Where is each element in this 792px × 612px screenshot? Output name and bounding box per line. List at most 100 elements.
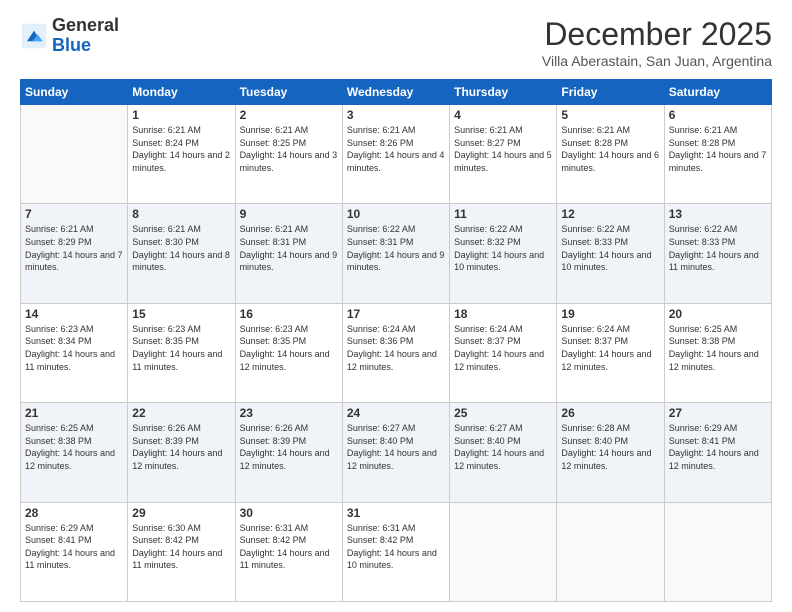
logo-text: General Blue bbox=[52, 16, 119, 56]
day-number: 29 bbox=[132, 506, 230, 520]
day-info: Sunrise: 6:24 AMSunset: 8:37 PMDaylight:… bbox=[561, 323, 659, 373]
day-info: Sunrise: 6:25 AMSunset: 8:38 PMDaylight:… bbox=[669, 323, 767, 373]
calendar-cell: 28Sunrise: 6:29 AMSunset: 8:41 PMDayligh… bbox=[21, 502, 128, 601]
day-number: 5 bbox=[561, 108, 659, 122]
weekday-header: Sunday bbox=[21, 80, 128, 105]
calendar-cell: 27Sunrise: 6:29 AMSunset: 8:41 PMDayligh… bbox=[664, 403, 771, 502]
day-number: 4 bbox=[454, 108, 552, 122]
day-number: 12 bbox=[561, 207, 659, 221]
header-row: SundayMondayTuesdayWednesdayThursdayFrid… bbox=[21, 80, 772, 105]
logo-icon bbox=[20, 22, 48, 50]
weekday-header: Tuesday bbox=[235, 80, 342, 105]
day-info: Sunrise: 6:23 AMSunset: 8:35 PMDaylight:… bbox=[132, 323, 230, 373]
logo-line2: Blue bbox=[52, 36, 119, 56]
calendar-cell: 14 Sunrise: 6:23 AMSunset: 8:34 PMDayligh… bbox=[21, 303, 128, 402]
day-number: 9 bbox=[240, 207, 338, 221]
day-info: Sunrise: 6:21 AMSunset: 8:26 PMDaylight:… bbox=[347, 124, 445, 174]
calendar-cell: 30 Sunrise: 6:31 AMSunset: 8:42 PMDayligh… bbox=[235, 502, 342, 601]
calendar-cell: 7 Sunrise: 6:21 AMSunset: 8:29 PMDaylight… bbox=[21, 204, 128, 303]
day-number: 26 bbox=[561, 406, 659, 420]
day-number: 21 bbox=[25, 406, 123, 420]
day-number: 28 bbox=[25, 506, 123, 520]
day-number: 25 bbox=[454, 406, 552, 420]
day-number: 18 bbox=[454, 307, 552, 321]
day-number: 22 bbox=[132, 406, 230, 420]
calendar-cell: 4Sunrise: 6:21 AMSunset: 8:27 PMDaylight… bbox=[450, 105, 557, 204]
day-info: Sunrise: 6:31 AMSunset: 8:42 PMDaylight:… bbox=[347, 522, 445, 572]
day-number: 19 bbox=[561, 307, 659, 321]
calendar-week-row: 1 Sunrise: 6:21 AMSunset: 8:24 PMDaylight… bbox=[21, 105, 772, 204]
day-info: Sunrise: 6:21 AMSunset: 8:25 PMDaylight:… bbox=[240, 124, 338, 174]
day-info: Sunrise: 6:27 AMSunset: 8:40 PMDaylight:… bbox=[454, 422, 552, 472]
subtitle: Villa Aberastain, San Juan, Argentina bbox=[542, 53, 772, 69]
weekday-header: Thursday bbox=[450, 80, 557, 105]
day-info: Sunrise: 6:22 AMSunset: 8:33 PMDaylight:… bbox=[561, 223, 659, 273]
day-info: Sunrise: 6:31 AMSunset: 8:42 PMDaylight:… bbox=[240, 522, 338, 572]
calendar-cell: 10 Sunrise: 6:22 AMSunset: 8:31 PMDayligh… bbox=[342, 204, 449, 303]
day-number: 2 bbox=[240, 108, 338, 122]
calendar-cell bbox=[21, 105, 128, 204]
calendar-cell bbox=[450, 502, 557, 601]
day-info: Sunrise: 6:22 AMSunset: 8:31 PMDaylight:… bbox=[347, 223, 445, 273]
calendar-cell: 8Sunrise: 6:21 AMSunset: 8:30 PMDaylight… bbox=[128, 204, 235, 303]
day-number: 17 bbox=[347, 307, 445, 321]
day-info: Sunrise: 6:21 AMSunset: 8:30 PMDaylight:… bbox=[132, 223, 230, 273]
calendar-cell: 24Sunrise: 6:27 AMSunset: 8:40 PMDayligh… bbox=[342, 403, 449, 502]
day-number: 16 bbox=[240, 307, 338, 321]
calendar-week-row: 28Sunrise: 6:29 AMSunset: 8:41 PMDayligh… bbox=[21, 502, 772, 601]
day-info: Sunrise: 6:21 AMSunset: 8:28 PMDaylight:… bbox=[561, 124, 659, 174]
calendar-week-row: 14 Sunrise: 6:23 AMSunset: 8:34 PMDayligh… bbox=[21, 303, 772, 402]
day-info: Sunrise: 6:22 AMSunset: 8:32 PMDaylight:… bbox=[454, 223, 552, 273]
calendar-cell: 15 Sunrise: 6:23 AMSunset: 8:35 PMDayligh… bbox=[128, 303, 235, 402]
calendar-cell: 5 Sunrise: 6:21 AMSunset: 8:28 PMDaylight… bbox=[557, 105, 664, 204]
day-info: Sunrise: 6:23 AMSunset: 8:34 PMDaylight:… bbox=[25, 323, 123, 373]
day-number: 10 bbox=[347, 207, 445, 221]
calendar-cell: 21 Sunrise: 6:25 AMSunset: 8:38 PMDayligh… bbox=[21, 403, 128, 502]
calendar-cell: 3 Sunrise: 6:21 AMSunset: 8:26 PMDaylight… bbox=[342, 105, 449, 204]
calendar-cell: 13 Sunrise: 6:22 AMSunset: 8:33 PMDayligh… bbox=[664, 204, 771, 303]
day-number: 24 bbox=[347, 406, 445, 420]
calendar-cell: 22Sunrise: 6:26 AMSunset: 8:39 PMDayligh… bbox=[128, 403, 235, 502]
logo-line1: General bbox=[52, 16, 119, 36]
calendar-cell: 20 Sunrise: 6:25 AMSunset: 8:38 PMDayligh… bbox=[664, 303, 771, 402]
calendar-cell: 1 Sunrise: 6:21 AMSunset: 8:24 PMDaylight… bbox=[128, 105, 235, 204]
calendar-table: SundayMondayTuesdayWednesdayThursdayFrid… bbox=[20, 79, 772, 602]
calendar-cell: 16 Sunrise: 6:23 AMSunset: 8:35 PMDayligh… bbox=[235, 303, 342, 402]
day-number: 27 bbox=[669, 406, 767, 420]
day-number: 7 bbox=[25, 207, 123, 221]
day-info: Sunrise: 6:21 AMSunset: 8:24 PMDaylight:… bbox=[132, 124, 230, 174]
weekday-header: Friday bbox=[557, 80, 664, 105]
day-info: Sunrise: 6:22 AMSunset: 8:33 PMDaylight:… bbox=[669, 223, 767, 273]
calendar-cell: 29Sunrise: 6:30 AMSunset: 8:42 PMDayligh… bbox=[128, 502, 235, 601]
calendar-cell bbox=[664, 502, 771, 601]
calendar-cell: 25 Sunrise: 6:27 AMSunset: 8:40 PMDayligh… bbox=[450, 403, 557, 502]
day-info: Sunrise: 6:24 AMSunset: 8:36 PMDaylight:… bbox=[347, 323, 445, 373]
day-number: 3 bbox=[347, 108, 445, 122]
day-number: 1 bbox=[132, 108, 230, 122]
day-number: 13 bbox=[669, 207, 767, 221]
day-number: 20 bbox=[669, 307, 767, 321]
page: General Blue December 2025 Villa Aberast… bbox=[0, 0, 792, 612]
calendar-cell: 11 Sunrise: 6:22 AMSunset: 8:32 PMDayligh… bbox=[450, 204, 557, 303]
day-number: 15 bbox=[132, 307, 230, 321]
calendar-cell: 2 Sunrise: 6:21 AMSunset: 8:25 PMDaylight… bbox=[235, 105, 342, 204]
calendar-week-row: 21 Sunrise: 6:25 AMSunset: 8:38 PMDayligh… bbox=[21, 403, 772, 502]
title-block: December 2025 Villa Aberastain, San Juan… bbox=[542, 16, 772, 69]
month-title: December 2025 bbox=[542, 16, 772, 53]
day-number: 30 bbox=[240, 506, 338, 520]
day-info: Sunrise: 6:23 AMSunset: 8:35 PMDaylight:… bbox=[240, 323, 338, 373]
logo: General Blue bbox=[20, 16, 119, 56]
calendar-cell: 31Sunrise: 6:31 AMSunset: 8:42 PMDayligh… bbox=[342, 502, 449, 601]
day-info: Sunrise: 6:21 AMSunset: 8:29 PMDaylight:… bbox=[25, 223, 123, 273]
day-number: 6 bbox=[669, 108, 767, 122]
calendar-cell: 18Sunrise: 6:24 AMSunset: 8:37 PMDayligh… bbox=[450, 303, 557, 402]
weekday-header: Monday bbox=[128, 80, 235, 105]
day-number: 11 bbox=[454, 207, 552, 221]
day-info: Sunrise: 6:25 AMSunset: 8:38 PMDaylight:… bbox=[25, 422, 123, 472]
calendar-cell: 23Sunrise: 6:26 AMSunset: 8:39 PMDayligh… bbox=[235, 403, 342, 502]
day-info: Sunrise: 6:26 AMSunset: 8:39 PMDaylight:… bbox=[240, 422, 338, 472]
calendar-week-row: 7 Sunrise: 6:21 AMSunset: 8:29 PMDaylight… bbox=[21, 204, 772, 303]
weekday-header: Wednesday bbox=[342, 80, 449, 105]
calendar-cell: 12 Sunrise: 6:22 AMSunset: 8:33 PMDayligh… bbox=[557, 204, 664, 303]
day-number: 14 bbox=[25, 307, 123, 321]
